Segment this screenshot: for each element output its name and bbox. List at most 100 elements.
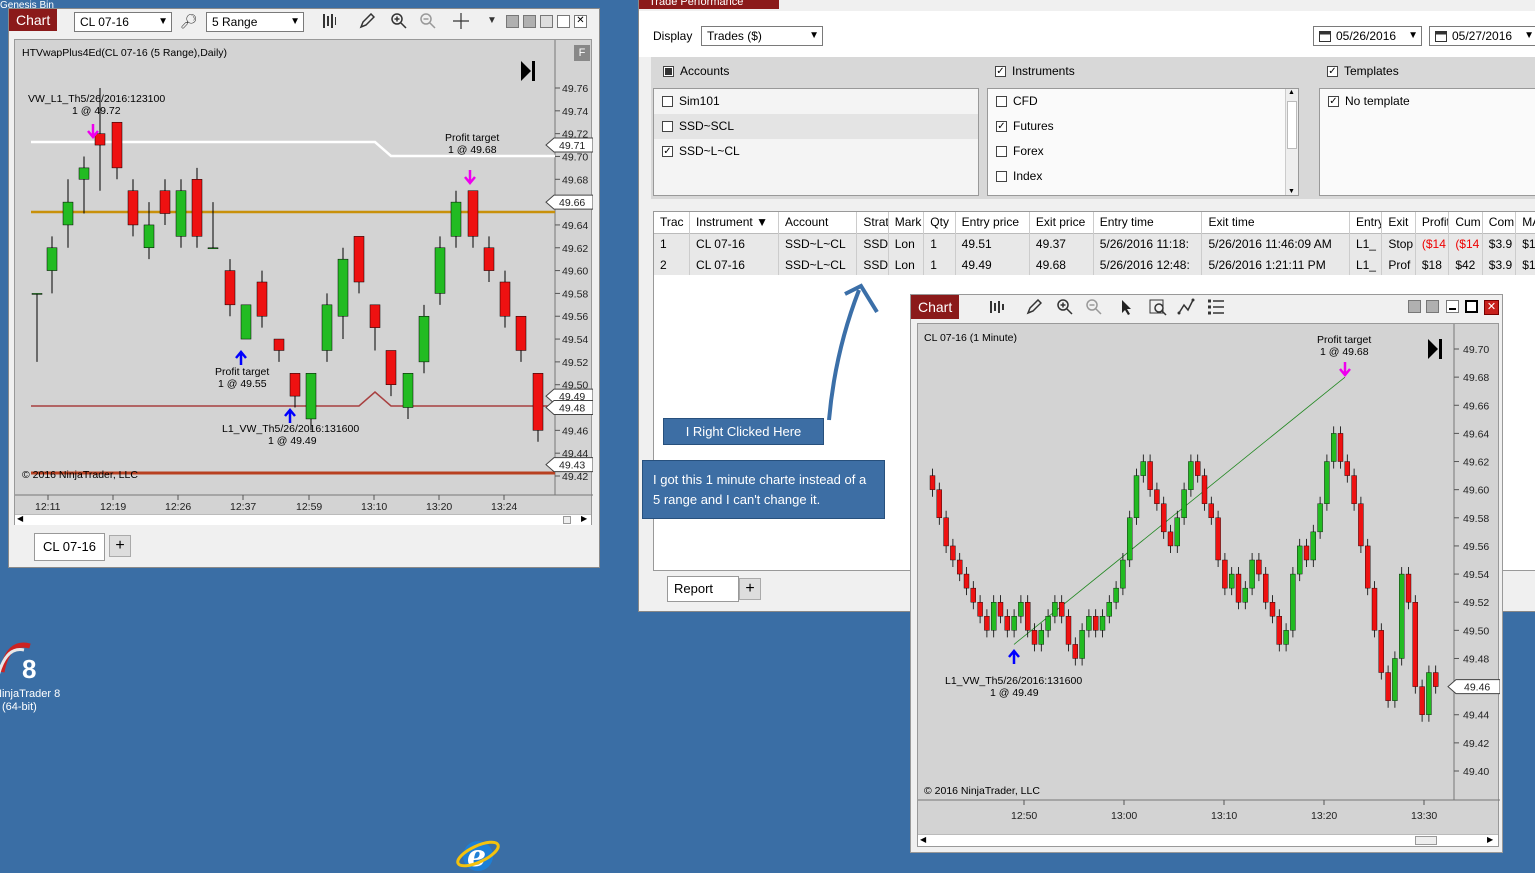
instrument-item-forex[interactable]: Forex — [988, 139, 1298, 164]
scroll-to-end-icon[interactable] — [519, 60, 537, 82]
instruments-scrollbar[interactable]: ▲ ▼ — [1285, 89, 1298, 195]
bars-icon[interactable] — [989, 299, 1005, 315]
account-checkbox[interactable] — [662, 121, 673, 133]
account-checkbox[interactable]: ✓ — [662, 146, 673, 158]
column-header[interactable]: Exit time — [1201, 212, 1350, 233]
scroll-up-icon[interactable]: ▲ — [1288, 89, 1295, 96]
instruments-header[interactable]: ✓ Instruments — [995, 64, 1075, 78]
accounts-list[interactable]: Sim101 SSD~SCL ✓ SSD~L~CL — [653, 88, 979, 196]
f-badge[interactable]: F — [574, 45, 590, 61]
pencil-icon[interactable] — [1026, 299, 1042, 315]
template-item-none[interactable]: ✓ No template — [1320, 89, 1535, 114]
instruments-list[interactable]: CFD ✓ Futures Forex Index ▲ ▼ — [987, 88, 1299, 196]
maximize-button[interactable] — [557, 15, 570, 28]
zoom-in-icon[interactable] — [1056, 298, 1074, 316]
left-chart-window[interactable]: Chart CL 07-16 ▼ 🔎︎ 5 Range ▼ ▼ ✕ 49.76 49.… — [8, 8, 600, 568]
scroll-right-icon[interactable]: ▶ — [581, 514, 587, 523]
column-header[interactable]: Exit price — [1029, 212, 1094, 233]
column-header[interactable]: Account — [778, 212, 858, 233]
templates-header[interactable]: ✓ Templates — [1327, 64, 1399, 78]
instrument-checkbox[interactable] — [996, 146, 1007, 158]
drawing-tools-icon[interactable] — [1177, 298, 1195, 316]
instrument-item-cfd[interactable]: CFD — [988, 89, 1298, 114]
close-button[interactable]: ✕ — [574, 15, 587, 28]
column-header[interactable]: Entry — [1349, 212, 1383, 233]
scroll-thumb[interactable] — [1287, 101, 1297, 149]
left-chart-tab[interactable]: CL 07-16 — [34, 533, 105, 561]
bars-icon[interactable] — [322, 13, 336, 29]
chart-menu-button[interactable]: Chart — [911, 295, 960, 319]
table-row[interactable]: 1 CL 07-16 SSD~L~CL SSD Lon 1 49.51 49.37 5/26/2… — [654, 233, 1535, 254]
scroll-thumb[interactable] — [1415, 836, 1437, 845]
pointer-icon[interactable] — [1120, 299, 1134, 315]
instrument-checkbox[interactable] — [996, 171, 1007, 183]
search-icon[interactable]: 🔎︎ — [180, 12, 198, 30]
add-report-tab-button[interactable]: + — [739, 578, 761, 600]
window-button-2[interactable] — [523, 15, 536, 28]
right-horizontal-scrollbar[interactable]: ◀ ▶ — [918, 834, 1498, 846]
chart-menu-button[interactable]: Chart — [9, 9, 58, 31]
scroll-right-icon[interactable]: ▶ — [1487, 835, 1493, 844]
column-header[interactable]: Entry price — [955, 212, 1030, 233]
data-box-icon[interactable] — [1149, 298, 1167, 316]
column-header[interactable]: Mark — [888, 212, 925, 233]
column-header[interactable]: Entry time — [1093, 212, 1203, 233]
template-checkbox[interactable]: ✓ — [1328, 96, 1339, 108]
window-button-1[interactable] — [1408, 300, 1421, 313]
bar-type-selector[interactable]: 5 Range ▼ — [206, 12, 304, 32]
column-header[interactable]: Trac — [654, 212, 691, 233]
instrument-item-futures[interactable]: ✓ Futures — [988, 114, 1298, 139]
scroll-down-icon[interactable]: ▼ — [1288, 188, 1295, 195]
crosshair-icon[interactable] — [452, 12, 470, 30]
internet-explorer-icon[interactable]: e — [452, 832, 502, 873]
zoom-out-icon[interactable] — [1085, 298, 1103, 316]
window-button-1[interactable] — [506, 15, 519, 28]
templates-checkbox[interactable]: ✓ — [1327, 66, 1338, 78]
add-tab-button[interactable]: + — [109, 535, 131, 557]
column-header[interactable]: Qty — [923, 212, 956, 233]
pencil-icon[interactable] — [359, 13, 375, 29]
instrument-item-index[interactable]: Index — [988, 164, 1298, 189]
scroll-thumb[interactable] — [563, 516, 571, 524]
maximize-button[interactable] — [1465, 300, 1478, 313]
zoom-in-icon[interactable] — [390, 12, 408, 30]
column-header[interactable]: Strat — [856, 212, 889, 233]
minimize-button[interactable] — [1446, 300, 1459, 313]
display-selector[interactable]: Trades ($) ▼ — [701, 26, 823, 46]
column-header[interactable]: Exit — [1381, 212, 1416, 233]
account-item-sim101[interactable]: Sim101 — [654, 89, 978, 114]
templates-list[interactable]: ✓ No template — [1319, 88, 1535, 196]
column-header[interactable]: Cum — [1448, 212, 1483, 233]
left-chart-plot[interactable]: 49.76 49.74 49.72 49.70 49.68 49.64 49.62 49.60… — [14, 39, 593, 525]
close-button[interactable]: ✕ — [1484, 300, 1499, 315]
instrument-selector[interactable]: CL 07-16 ▼ — [74, 12, 172, 32]
account-item-ssd-l-cl[interactable]: ✓ SSD~L~CL — [654, 139, 978, 164]
list-icon[interactable] — [1207, 298, 1225, 316]
window-button-2[interactable] — [1426, 300, 1439, 313]
date-from-picker[interactable]: 05/26/2016 ▼ — [1313, 26, 1422, 46]
chevron-down-icon[interactable]: ▼ — [487, 12, 497, 30]
column-header[interactable]: Instrument ▼ — [689, 212, 779, 233]
right-chart-plot[interactable]: 49.70 49.68 49.66 49.64 49.62 49.60 49.58 49.56… — [917, 323, 1500, 847]
instruments-checkbox[interactable]: ✓ — [995, 66, 1006, 78]
account-item-ssd-scl[interactable]: SSD~SCL — [654, 114, 978, 139]
column-header[interactable]: MAE — [1515, 212, 1535, 233]
scroll-left-icon[interactable]: ◀ — [920, 835, 926, 844]
account-checkbox[interactable] — [662, 96, 673, 108]
left-horizontal-scrollbar[interactable]: ◀ ▶ — [15, 514, 591, 525]
column-header[interactable]: Com — [1482, 212, 1517, 233]
zoom-out-icon[interactable] — [419, 12, 437, 30]
accounts-checkbox[interactable] — [663, 66, 674, 78]
report-tab[interactable]: Report — [667, 576, 739, 602]
date-to-picker[interactable]: 05/27/2016 ▼ — [1429, 26, 1535, 46]
table-row[interactable]: 2 CL 07-16 SSD~L~CL SSD Lon 1 49.49 49.68 5/26/2… — [654, 254, 1535, 275]
accounts-header[interactable]: Accounts — [663, 64, 729, 78]
ninjatrader-desktop-shortcut[interactable]: 8 NinjaTrader 8 (64-bit) — [0, 636, 60, 716]
scroll-to-end-icon[interactable] — [1426, 338, 1444, 360]
instrument-checkbox[interactable]: ✓ — [996, 121, 1007, 133]
right-chart-window[interactable]: Chart ✕ 49.70 49.68 49.66 49.64 49.62 49.60 49… — [910, 294, 1503, 853]
minimize-button[interactable] — [540, 15, 553, 28]
scroll-left-icon[interactable]: ◀ — [17, 514, 23, 523]
column-header[interactable]: Profit — [1415, 212, 1450, 233]
instrument-checkbox[interactable] — [996, 96, 1007, 108]
